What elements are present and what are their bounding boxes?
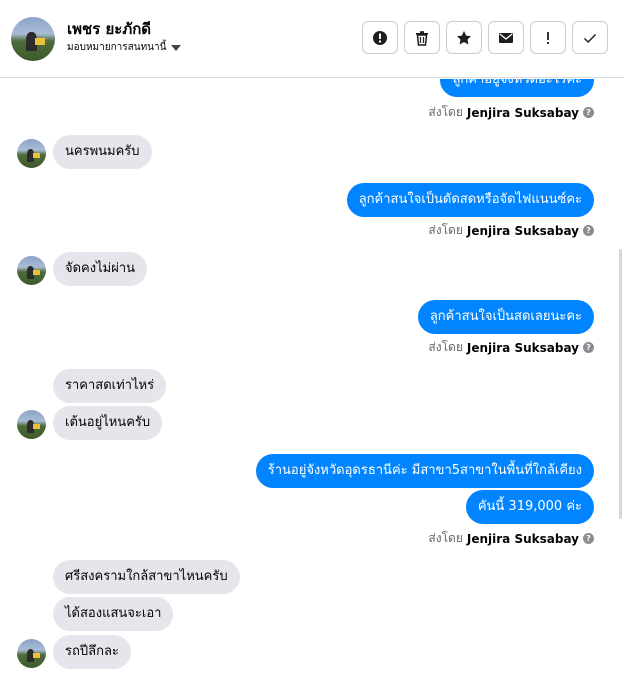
flag-button[interactable] [530, 21, 566, 54]
outgoing-message[interactable]: ลูกค้าสนใจเป็นสดเลยนะคะ [417, 300, 594, 334]
assign-conversation-dropdown[interactable]: มอบหมายการสนทนานี้ [67, 40, 182, 55]
conversation-toolbar [362, 21, 608, 54]
contact-avatar-small[interactable] [17, 410, 46, 439]
sender-info: ส่งโดย Jenjira Suksabay ? [428, 221, 594, 240]
mark-done-button[interactable] [572, 21, 608, 54]
outgoing-message[interactable]: ร้านอยู่จังหวัดอุดรธานีค่ะ มีสาขา5สาขาใน… [255, 454, 594, 488]
chat-scrollbar[interactable] [619, 249, 622, 519]
exclamation-icon [547, 31, 549, 44]
message-list[interactable]: ลูกค้าอยู่จังหวัดอะไรคะ ส่งโดย Jenjira S… [0, 79, 624, 686]
conversation-header: เพชร ยะภักดี มอบหมายการสนทนานี้ [0, 0, 624, 78]
question-icon[interactable]: ? [583, 225, 594, 236]
delete-button[interactable] [404, 21, 440, 54]
sender-info: ส่งโดย Jenjira Suksabay ? [428, 338, 594, 357]
sender-name: Jenjira Suksabay [466, 105, 579, 120]
sender-name: Jenjira Suksabay [466, 340, 579, 355]
incoming-message[interactable]: ศรีสงครามใกล้สาขาไหนครับ [53, 560, 240, 594]
star-button[interactable] [446, 21, 482, 54]
outgoing-message[interactable]: ลูกค้าสนใจเป็นดัดสดหรือจัดไฟแนนซ์คะ [346, 183, 594, 217]
incoming-message[interactable]: ราคาสดเท่าไหร่ [53, 369, 167, 403]
mark-unread-button[interactable] [488, 21, 524, 54]
contact-name[interactable]: เพชร ยะภักดี [67, 17, 151, 41]
check-icon [583, 33, 597, 43]
mark-spam-button[interactable] [362, 21, 398, 54]
incoming-message[interactable]: จัดคงไม่ผ่าน [53, 252, 148, 286]
envelope-icon [499, 32, 513, 43]
question-icon[interactable]: ? [583, 342, 594, 353]
incoming-message[interactable]: รถปีลึกละ [53, 635, 131, 669]
question-icon[interactable]: ? [583, 107, 594, 118]
sent-by-label: ส่งโดย [428, 105, 463, 119]
alert-circle-icon [373, 30, 387, 45]
sender-name: Jenjira Suksabay [466, 531, 579, 546]
sender-name: Jenjira Suksabay [466, 223, 579, 238]
incoming-message[interactable]: ได้สองแสนจะเอา [53, 597, 174, 631]
trash-icon [416, 30, 428, 46]
question-icon[interactable]: ? [583, 533, 594, 544]
assign-label: มอบหมายการสนทนานี้ [67, 42, 167, 53]
caret-down-icon [171, 44, 182, 51]
outgoing-message[interactable]: คันนี้ 319,000 ค่ะ [465, 490, 594, 524]
sent-by-label: ส่งโดย [428, 531, 463, 545]
outgoing-message[interactable]: ลูกค้าอยู่จังหวัดอะไรคะ [440, 79, 594, 97]
contact-avatar[interactable] [11, 17, 55, 61]
contact-avatar-small[interactable] [17, 639, 46, 668]
star-icon [457, 30, 471, 44]
sent-by-label: ส่งโดย [428, 340, 463, 354]
sender-info: ส่งโดย Jenjira Suksabay ? [428, 529, 594, 548]
sent-by-label: ส่งโดย [428, 223, 463, 237]
contact-avatar-small[interactable] [17, 139, 46, 168]
incoming-message[interactable]: นครพนมครับ [53, 135, 152, 169]
sender-info: ส่งโดย Jenjira Suksabay ? [428, 103, 594, 122]
contact-avatar-small[interactable] [17, 256, 46, 285]
incoming-message[interactable]: เต้นอยู่ไหนครับ [53, 406, 163, 440]
